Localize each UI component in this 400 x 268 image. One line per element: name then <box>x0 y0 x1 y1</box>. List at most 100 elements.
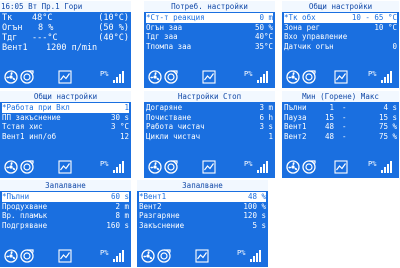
setting-label: Огън заа <box>146 22 183 32</box>
setting-row[interactable]: Почистване 6 h <box>146 113 273 123</box>
chart-icon <box>195 249 209 263</box>
setting-row[interactable]: Подгряване 160 s <box>2 221 129 231</box>
signal-bars-icon <box>257 71 269 83</box>
power-percent-label: P% <box>368 160 377 168</box>
setting-value: 1 <box>268 131 273 141</box>
power-percent-label: P% <box>244 70 253 78</box>
setting-row[interactable]: Тпомпа заа 35°C <box>146 42 273 52</box>
setting-label: *Вент1 <box>139 192 167 201</box>
limit-label: Пълни <box>284 103 307 112</box>
setting-row[interactable]: Огън заа 50 % <box>146 23 273 33</box>
status-footer: P% <box>0 67 131 88</box>
limit-dash: - <box>342 131 347 141</box>
setting-row-selected[interactable]: *Пълни 60 s <box>2 192 129 202</box>
limit-dash: - <box>342 122 347 131</box>
limit-row[interactable]: Пълни 1 - 4 s <box>284 103 397 113</box>
setting-label: Датчик огън <box>284 41 334 51</box>
setting-value: 60 s <box>110 192 129 201</box>
limit-row[interactable]: Вент1 48 - 75 % <box>284 122 397 132</box>
power-percent-label: P% <box>237 249 246 257</box>
chart-icon <box>334 160 348 174</box>
limit-min: 15 <box>324 112 334 122</box>
setting-row-selected[interactable]: *Ст-т реакция 0 m <box>146 13 273 23</box>
setting-label: Тдг заа <box>146 32 178 41</box>
setting-row-selected[interactable]: *Тк обх 10 - 65 °C <box>284 13 397 23</box>
pump-icon <box>302 70 316 84</box>
setting-value: 0 <box>392 41 397 51</box>
limit-dash: - <box>342 103 347 112</box>
pump-icon <box>302 160 316 174</box>
screen-general-settings-1: Общи настройки *Тк обх 10 - 65 °C Зона р… <box>282 1 399 88</box>
setting-row[interactable]: Вент2 100 % <box>139 202 266 212</box>
setting-label: *Ст-т реакция <box>146 13 205 22</box>
screen-title: Запалване <box>0 180 131 191</box>
chart-icon <box>334 70 348 84</box>
setting-value: 0 m <box>259 13 273 22</box>
row-label: Тдг <box>2 33 18 43</box>
fan-icon <box>4 70 18 84</box>
setting-row-selected[interactable]: *Работа при Вкл 1 <box>2 103 129 113</box>
setting-row[interactable]: Тдг заа 40°C <box>146 32 273 42</box>
pump-icon <box>157 249 171 263</box>
setting-label: *Пълни <box>2 192 30 201</box>
setting-row[interactable]: Работа чистач 3 s <box>146 122 273 132</box>
screen-consumer-settings: Потреб. настройки *Ст-т реакция 0 m Огън… <box>144 1 275 88</box>
setting-value: 30 s <box>110 112 129 122</box>
fan-icon <box>141 249 155 263</box>
signal-bars-icon <box>113 161 125 173</box>
setting-label: Продухване <box>2 201 48 211</box>
limit-row[interactable]: Вент2 48 - 75 % <box>284 132 397 142</box>
limit-min: 48 <box>324 122 334 131</box>
setting-label: Тпомпа заа <box>146 41 192 51</box>
setting-label: Почистване <box>146 112 192 122</box>
setting-row[interactable]: Вхо управление <box>284 32 397 42</box>
pump-icon <box>20 70 34 84</box>
screen-title: Потреб. настройки <box>144 1 275 12</box>
setting-value: 40°C <box>254 32 273 41</box>
pump-icon <box>20 249 34 263</box>
screen-title: Общи настройки <box>282 1 399 12</box>
setting-label: Цикли чистач <box>146 131 201 141</box>
limit-row[interactable]: Пауза 15 - 15 s <box>284 113 397 123</box>
screen-title: Запалване <box>137 180 268 191</box>
setting-value: 8 m <box>115 211 129 220</box>
setting-row[interactable]: Тстая хис 3 °C <box>2 122 129 132</box>
status-footer: P% <box>0 246 131 267</box>
fan-icon <box>148 160 162 174</box>
screen-min-max: Мин (Горене) Макс Пълни 1 - 4 s Пауза 15… <box>282 91 399 178</box>
setting-row-selected[interactable]: *Вент1 48 % <box>139 192 266 202</box>
limit-dash: - <box>342 112 347 122</box>
setting-value: 35°C <box>254 41 273 51</box>
chart-icon <box>58 70 72 84</box>
setting-value: 120 s <box>243 211 266 220</box>
signal-bars-icon <box>381 161 393 173</box>
setting-row[interactable]: Закъснение 5 s <box>139 221 266 231</box>
fan-icon <box>286 70 300 84</box>
setting-row[interactable]: ПП закъснение 30 s <box>2 113 129 123</box>
fan-icon <box>148 70 162 84</box>
status-footer: P% <box>144 157 275 178</box>
setting-value: 1 <box>124 103 129 112</box>
setting-row[interactable]: Разгаряне 120 s <box>139 211 266 221</box>
setting-label: Вхо управление <box>284 32 348 41</box>
setting-label: ПП закъснение <box>2 112 61 122</box>
setting-label: Вент1 инп/об <box>2 131 57 141</box>
setting-row[interactable]: Вр. пламък 8 m <box>2 211 129 221</box>
signal-bars-icon <box>250 250 262 262</box>
setting-value: 160 s <box>106 220 129 230</box>
setting-value: 10 - 65 °C <box>351 13 397 22</box>
setting-row[interactable]: Догаряне 3 m <box>146 103 273 113</box>
power-percent-label: P% <box>244 160 253 168</box>
screen-general-settings-2: Общи настройки *Работа при Вкл 1 ПП закъ… <box>0 91 131 178</box>
row-label: Тк <box>2 13 13 23</box>
setting-row[interactable]: Датчик огън 0 <box>284 42 397 52</box>
power-percent-label: P% <box>368 70 377 78</box>
setting-row[interactable]: Вент1 инп/об 12 <box>2 132 129 142</box>
setting-row[interactable]: Продухване 2 m <box>2 202 129 212</box>
setting-value: 12 <box>119 131 129 141</box>
setting-value: 100 % <box>243 201 266 211</box>
setting-row[interactable]: Цикли чистач 1 <box>146 132 273 142</box>
setting-row[interactable]: Зона рег 10 °C <box>284 23 397 33</box>
setting-label: Работа чистач <box>146 122 205 131</box>
status-footer: P% <box>137 246 268 267</box>
